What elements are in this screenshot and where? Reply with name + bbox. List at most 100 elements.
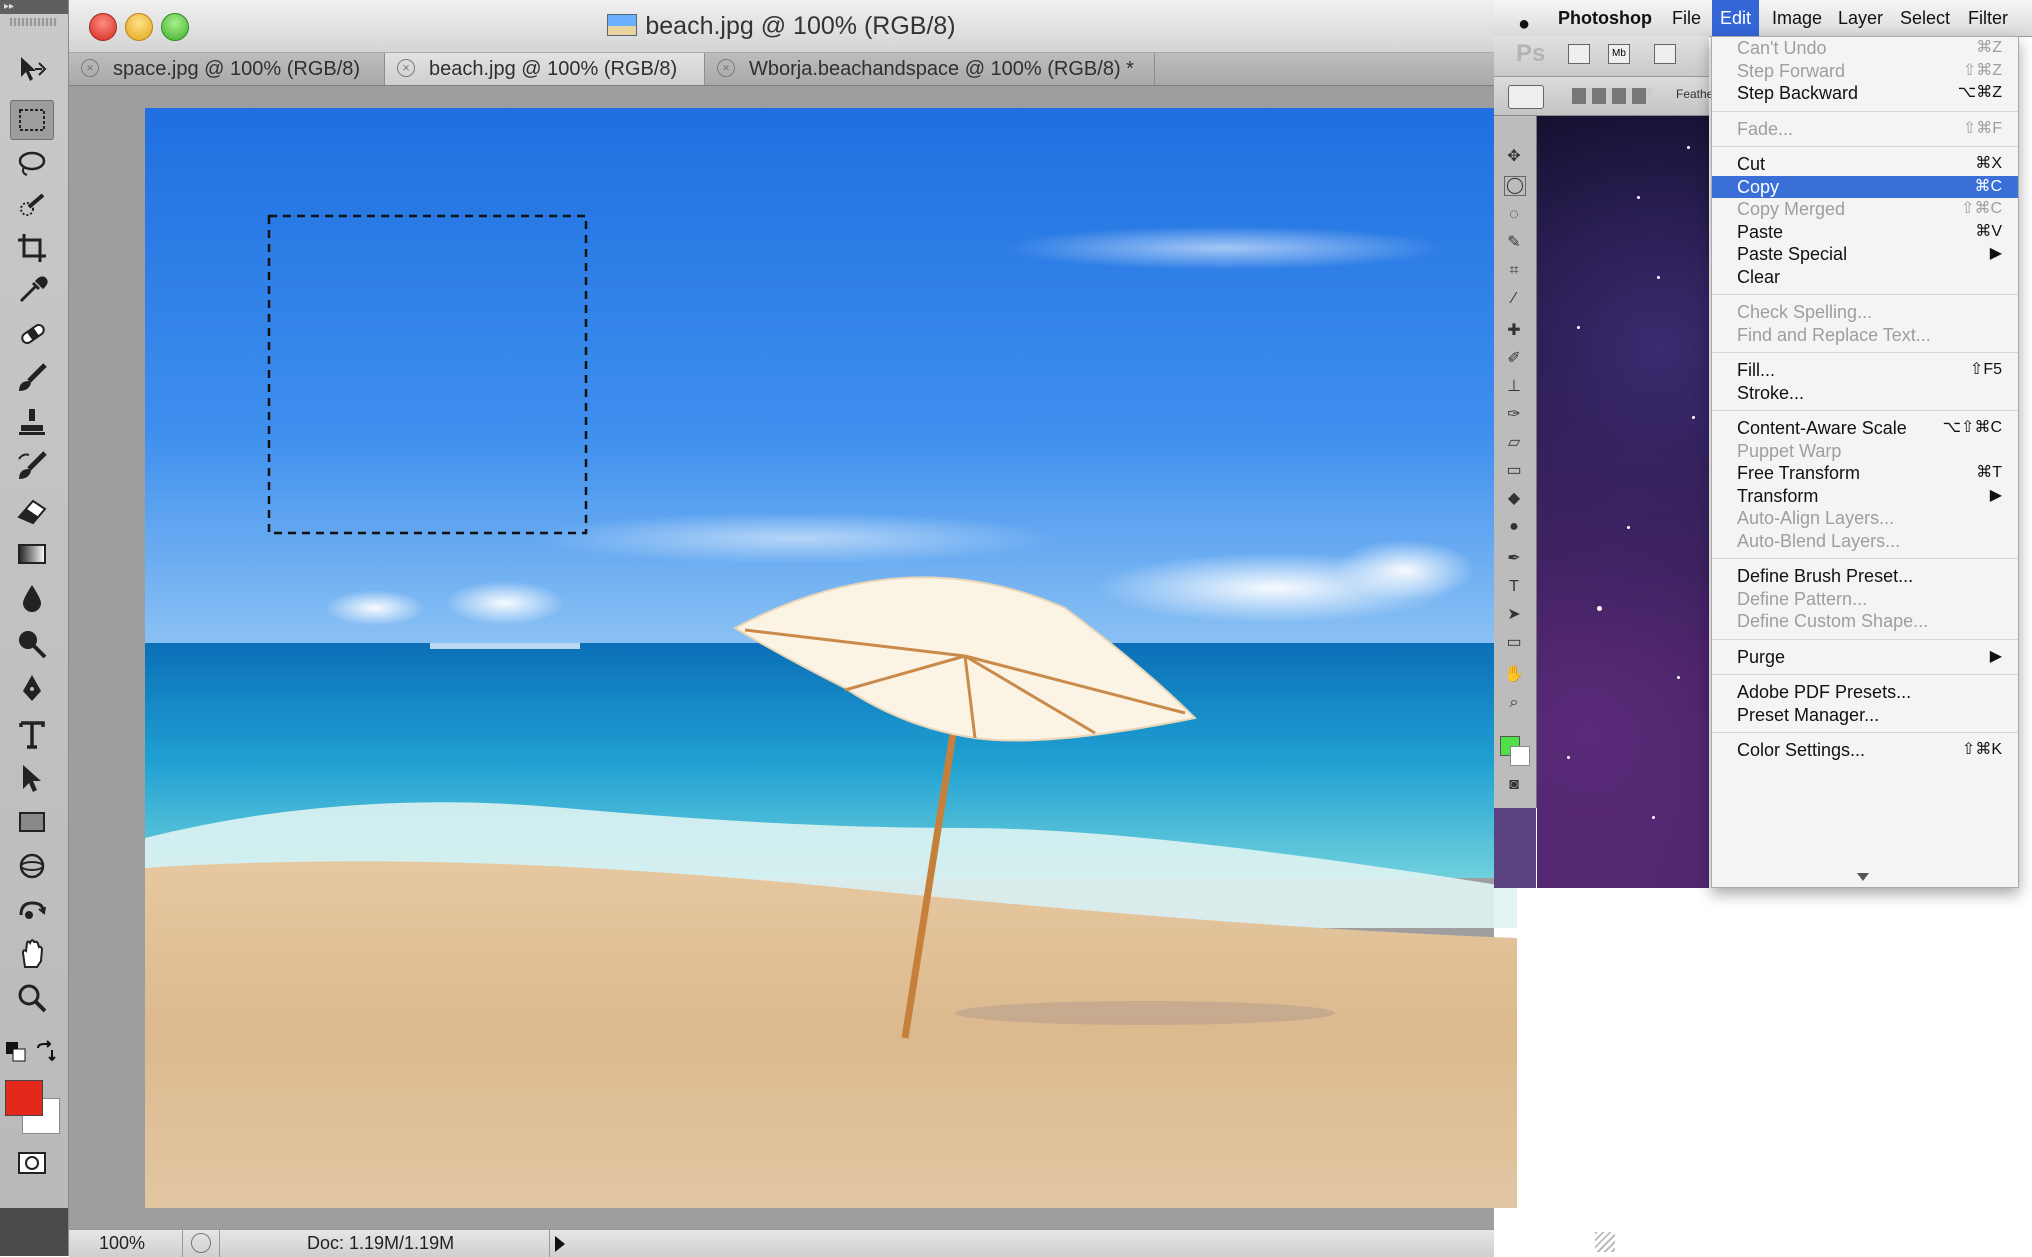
blur-tool-icon[interactable] <box>10 578 54 618</box>
document-tabs: × space.jpg @ 100% (RGB/8) × beach.jpg @… <box>69 53 1494 86</box>
tab-beach-jpg[interactable]: × beach.jpg @ 100% (RGB/8) <box>385 53 705 85</box>
mini-bridge-button[interactable]: Mb <box>1608 44 1630 64</box>
menu-item-shortcut: ⇧⌘K <box>1961 741 2002 758</box>
document-title-bar[interactable]: beach.jpg @ 100% (RGB/8) <box>69 0 1494 53</box>
move-tool-icon[interactable]: ✥ <box>1504 148 1524 166</box>
lasso-tool-icon[interactable] <box>10 144 54 184</box>
crop-tool-icon[interactable]: ⌗ <box>1504 262 1524 280</box>
menu-item-free-transform[interactable]: Free Transform ⌘T <box>1712 462 2018 484</box>
type-tool-icon[interactable]: T <box>1504 578 1524 596</box>
close-tab-icon[interactable]: × <box>717 59 735 77</box>
menu-item-purge[interactable]: Purge ▶ <box>1712 646 2018 668</box>
path-selection-tool-icon[interactable]: ➤ <box>1504 606 1524 624</box>
menu-item-label: Preset Manager... <box>1737 704 1880 725</box>
menu-item-cut[interactable]: Cut ⌘X <box>1712 153 2018 175</box>
menu-item-content-aware-scale[interactable]: Content-Aware Scale ⌥⇧⌘C <box>1712 417 2018 439</box>
move-tool-icon[interactable] <box>10 50 54 90</box>
brush-tool-icon[interactable]: ✐ <box>1504 350 1524 368</box>
selection-mode-buttons[interactable] <box>1572 88 1652 104</box>
tool-preset-picker[interactable] <box>1508 85 1544 109</box>
crop-tool-icon[interactable] <box>10 228 54 268</box>
history-brush-tool-icon[interactable]: ✑ <box>1504 406 1524 424</box>
3d-orbit-tool-icon[interactable] <box>10 890 54 930</box>
lasso-tool-icon[interactable]: ◌ <box>1504 206 1524 224</box>
clone-stamp-tool-icon[interactable] <box>10 402 54 442</box>
gradient-tool-icon[interactable] <box>10 534 54 574</box>
spot-healing-brush-tool-icon[interactable] <box>10 314 54 354</box>
quick-mask-icon[interactable] <box>10 1142 54 1182</box>
tab-wborja-beachandspace[interactable]: × Wborja.beachandspace @ 100% (RGB/8) * <box>705 53 1155 85</box>
menu-item-copy[interactable]: Copy ⌘C <box>1712 175 2018 198</box>
quick-mask-icon[interactable]: ◙ <box>1504 776 1524 794</box>
menu-item-paste[interactable]: Paste ⌘V <box>1712 221 2018 243</box>
menu-select[interactable]: Select <box>1892 0 1958 36</box>
pen-tool-icon[interactable]: ✒ <box>1504 550 1524 568</box>
eraser-tool-icon[interactable]: ▱ <box>1504 434 1524 452</box>
tools-panel-drag-handle[interactable] <box>10 18 58 26</box>
bridge-button[interactable] <box>1568 44 1590 64</box>
menu-scroll-down-icon[interactable] <box>1857 873 1869 881</box>
path-selection-tool-icon[interactable] <box>10 758 54 798</box>
menu-item-transform[interactable]: Transform ▶ <box>1712 485 2018 507</box>
swap-colors-icon[interactable] <box>34 1040 58 1064</box>
pen-tool-icon[interactable] <box>10 668 54 708</box>
menu-item-preset-manager[interactable]: Preset Manager... <box>1712 704 2018 726</box>
menu-item-stroke[interactable]: Stroke... <box>1712 382 2018 404</box>
quick-selection-tool-icon[interactable] <box>10 186 54 226</box>
blur-tool-icon[interactable]: ◆ <box>1504 490 1524 508</box>
menu-edit[interactable]: Edit <box>1712 0 1760 36</box>
menu-image[interactable]: Image <box>1764 0 1830 36</box>
eyedropper-tool-icon[interactable] <box>10 270 54 310</box>
menu-item-step-backward[interactable]: Step Backward ⌥⌘Z <box>1712 82 2018 104</box>
tab-space-jpg[interactable]: × space.jpg @ 100% (RGB/8) <box>69 53 385 85</box>
elliptical-marquee-tool-icon[interactable]: ◯ <box>1504 176 1526 196</box>
menu-layer[interactable]: Layer <box>1830 0 1891 36</box>
canvas-area[interactable] <box>69 86 1517 1229</box>
menu-item-define-brush-preset[interactable]: Define Brush Preset... <box>1712 565 2018 587</box>
healing-brush-tool-icon[interactable]: ✚ <box>1504 322 1524 340</box>
menu-file[interactable]: File <box>1664 0 1709 36</box>
menu-item-color-settings[interactable]: Color Settings... ⇧⌘K <box>1712 739 2018 761</box>
rectangle-tool-icon[interactable] <box>10 802 54 842</box>
background-color-swatch[interactable] <box>1510 746 1530 766</box>
menu-item-label: Stroke... <box>1737 382 1805 403</box>
space-image-canvas[interactable] <box>1537 116 1709 888</box>
3d-rotate-tool-icon[interactable] <box>10 846 54 886</box>
gradient-tool-icon[interactable]: ▭ <box>1504 462 1524 480</box>
history-brush-tool-icon[interactable] <box>10 446 54 486</box>
eraser-tool-icon[interactable] <box>10 490 54 530</box>
window-resize-grip[interactable] <box>1595 1232 1615 1252</box>
eyedropper-tool-icon[interactable]: ⁄ <box>1504 290 1524 308</box>
menu-filter[interactable]: Filter <box>1960 0 2016 36</box>
brush-tool-icon[interactable] <box>10 358 54 398</box>
menu-item-shortcut: ⌥⌘Z <box>1957 84 2002 101</box>
menu-item-clear[interactable]: Clear <box>1712 266 2018 288</box>
type-tool-icon[interactable] <box>10 714 54 754</box>
hand-tool-icon[interactable]: ✋ <box>1504 666 1524 684</box>
menu-item-fill[interactable]: Fill... ⇧F5 <box>1712 359 2018 381</box>
zoom-tool-icon[interactable] <box>10 978 54 1018</box>
beach-photo-canvas[interactable] <box>145 108 1517 1208</box>
rectangular-marquee-tool-icon[interactable] <box>10 100 54 140</box>
close-tab-icon[interactable]: × <box>397 59 415 77</box>
zoom-tool-icon[interactable]: ⌕ <box>1504 694 1524 712</box>
foreground-color-swatch[interactable] <box>5 1080 43 1116</box>
dodge-tool-icon[interactable]: ● <box>1504 518 1524 536</box>
close-tab-icon[interactable]: × <box>81 59 99 77</box>
menu-item-adobe-pdf-presets[interactable]: Adobe PDF Presets... <box>1712 681 2018 703</box>
tools-panel-grip[interactable]: ▸▸ <box>0 0 68 14</box>
quick-selection-tool-icon[interactable]: ✎ <box>1504 234 1524 252</box>
default-colors-icon[interactable] <box>4 1040 28 1064</box>
arrange-documents-button[interactable] <box>1654 44 1676 64</box>
zoom-level[interactable]: 100% <box>99 1230 145 1257</box>
shape-tool-icon[interactable]: ▭ <box>1504 634 1524 652</box>
status-menu-arrow-icon[interactable] <box>555 1236 565 1252</box>
image-file-icon <box>607 14 638 36</box>
hand-tool-icon[interactable] <box>10 934 54 974</box>
menu-photoshop[interactable]: Photoshop <box>1550 0 1660 36</box>
screen-mode-area[interactable] <box>0 1208 68 1256</box>
menu-item-paste-special[interactable]: Paste Special ▶ <box>1712 243 2018 265</box>
menu-item-label: Can't Undo <box>1737 38 1827 58</box>
clone-stamp-tool-icon[interactable]: ⊥ <box>1504 378 1524 396</box>
dodge-tool-icon[interactable] <box>10 624 54 664</box>
